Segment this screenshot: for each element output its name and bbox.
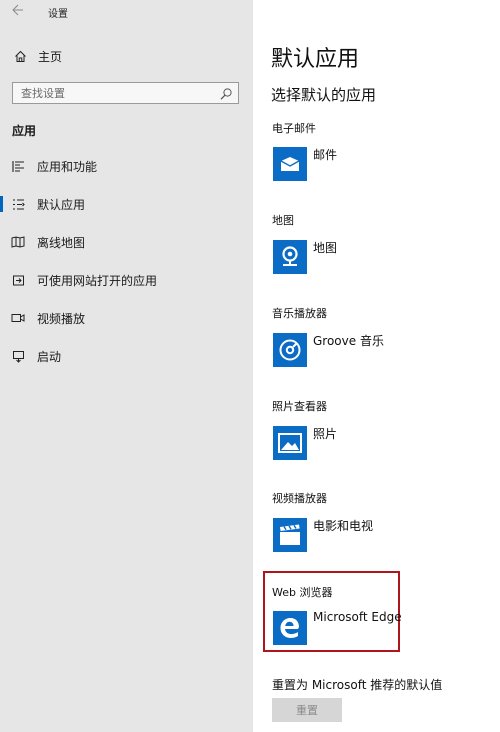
- category-label-music: 音乐播放器: [272, 307, 327, 320]
- list-icon: [11, 159, 25, 173]
- sidebar-item-label: 视频播放: [37, 311, 86, 326]
- reset-button[interactable]: 重置: [272, 698, 342, 722]
- category-label-maps: 地图: [272, 214, 294, 227]
- page-subtitle: 选择默认的应用: [271, 86, 377, 104]
- edge-icon: [273, 611, 307, 645]
- app-name: Microsoft Edge: [313, 610, 402, 624]
- web-app-icon: [11, 273, 25, 287]
- maps-icon: [273, 240, 307, 274]
- sidebar-item-home[interactable]: 主页: [12, 47, 62, 65]
- page-title: 默认应用: [271, 47, 360, 72]
- sidebar-item-apps-for-websites[interactable]: 可使用网站打开的应用: [0, 266, 253, 294]
- app-name: 邮件: [313, 148, 338, 162]
- category-label-video: 视频播放器: [272, 492, 327, 505]
- category-label-photos: 照片查看器: [272, 400, 327, 413]
- active-indicator: [0, 196, 3, 212]
- section-title-apps: 应用: [12, 124, 37, 138]
- default-app-maps-button[interactable]: 地图: [272, 240, 472, 276]
- default-app-email-button[interactable]: 邮件: [272, 147, 472, 183]
- search-input[interactable]: [13, 83, 211, 103]
- default-app-browser-button[interactable]: Microsoft Edge: [272, 610, 472, 647]
- default-apps-icon: [11, 197, 25, 211]
- sidebar-item-label: 启动: [37, 349, 62, 364]
- sidebar-item-default-apps[interactable]: 默认应用: [0, 190, 253, 218]
- mail-icon: [273, 147, 307, 181]
- search-icon[interactable]: [219, 86, 233, 100]
- movies-tv-icon: [273, 518, 307, 552]
- sidebar: 设置 主页 应用 应用和功能 默认应用: [0, 0, 253, 732]
- app-name: 地图: [313, 241, 338, 255]
- app-name: Groove 音乐: [313, 334, 384, 348]
- offline-map-icon: [11, 235, 25, 249]
- sidebar-item-label: 离线地图: [37, 235, 86, 250]
- video-icon: [11, 311, 25, 325]
- sidebar-item-video-playback[interactable]: 视频播放: [0, 304, 253, 332]
- sidebar-item-apps-features[interactable]: 应用和功能: [0, 152, 253, 180]
- reset-description: 重置为 Microsoft 推荐的默认值: [272, 678, 443, 692]
- sidebar-item-label: 可使用网站打开的应用: [37, 273, 158, 288]
- startup-icon: [11, 349, 25, 363]
- sidebar-item-offline-maps[interactable]: 离线地图: [0, 228, 253, 256]
- category-label-web-browser: Web 浏览器: [272, 586, 333, 599]
- home-label: 主页: [38, 49, 63, 64]
- settings-window: 设置 主页 应用 应用和功能 默认应用: [0, 0, 500, 732]
- app-name: 电影和电视: [313, 519, 374, 533]
- default-app-photos-button[interactable]: 照片: [272, 426, 472, 462]
- search-box: [12, 82, 239, 104]
- window-title: 设置: [48, 9, 68, 20]
- title-bar: 设置: [0, 0, 253, 24]
- sidebar-item-label: 默认应用: [37, 197, 86, 212]
- sidebar-item-label: 应用和功能: [37, 159, 98, 174]
- sidebar-item-startup[interactable]: 启动: [0, 342, 253, 370]
- back-arrow-icon[interactable]: [10, 4, 26, 20]
- photos-icon: [273, 426, 307, 460]
- default-app-music-button[interactable]: Groove 音乐: [272, 333, 472, 369]
- default-app-video-button[interactable]: 电影和电视: [272, 518, 472, 554]
- home-icon: [12, 48, 28, 64]
- category-label-email: 电子邮件: [272, 122, 316, 135]
- groove-music-icon: [273, 333, 307, 367]
- app-name: 照片: [313, 427, 338, 441]
